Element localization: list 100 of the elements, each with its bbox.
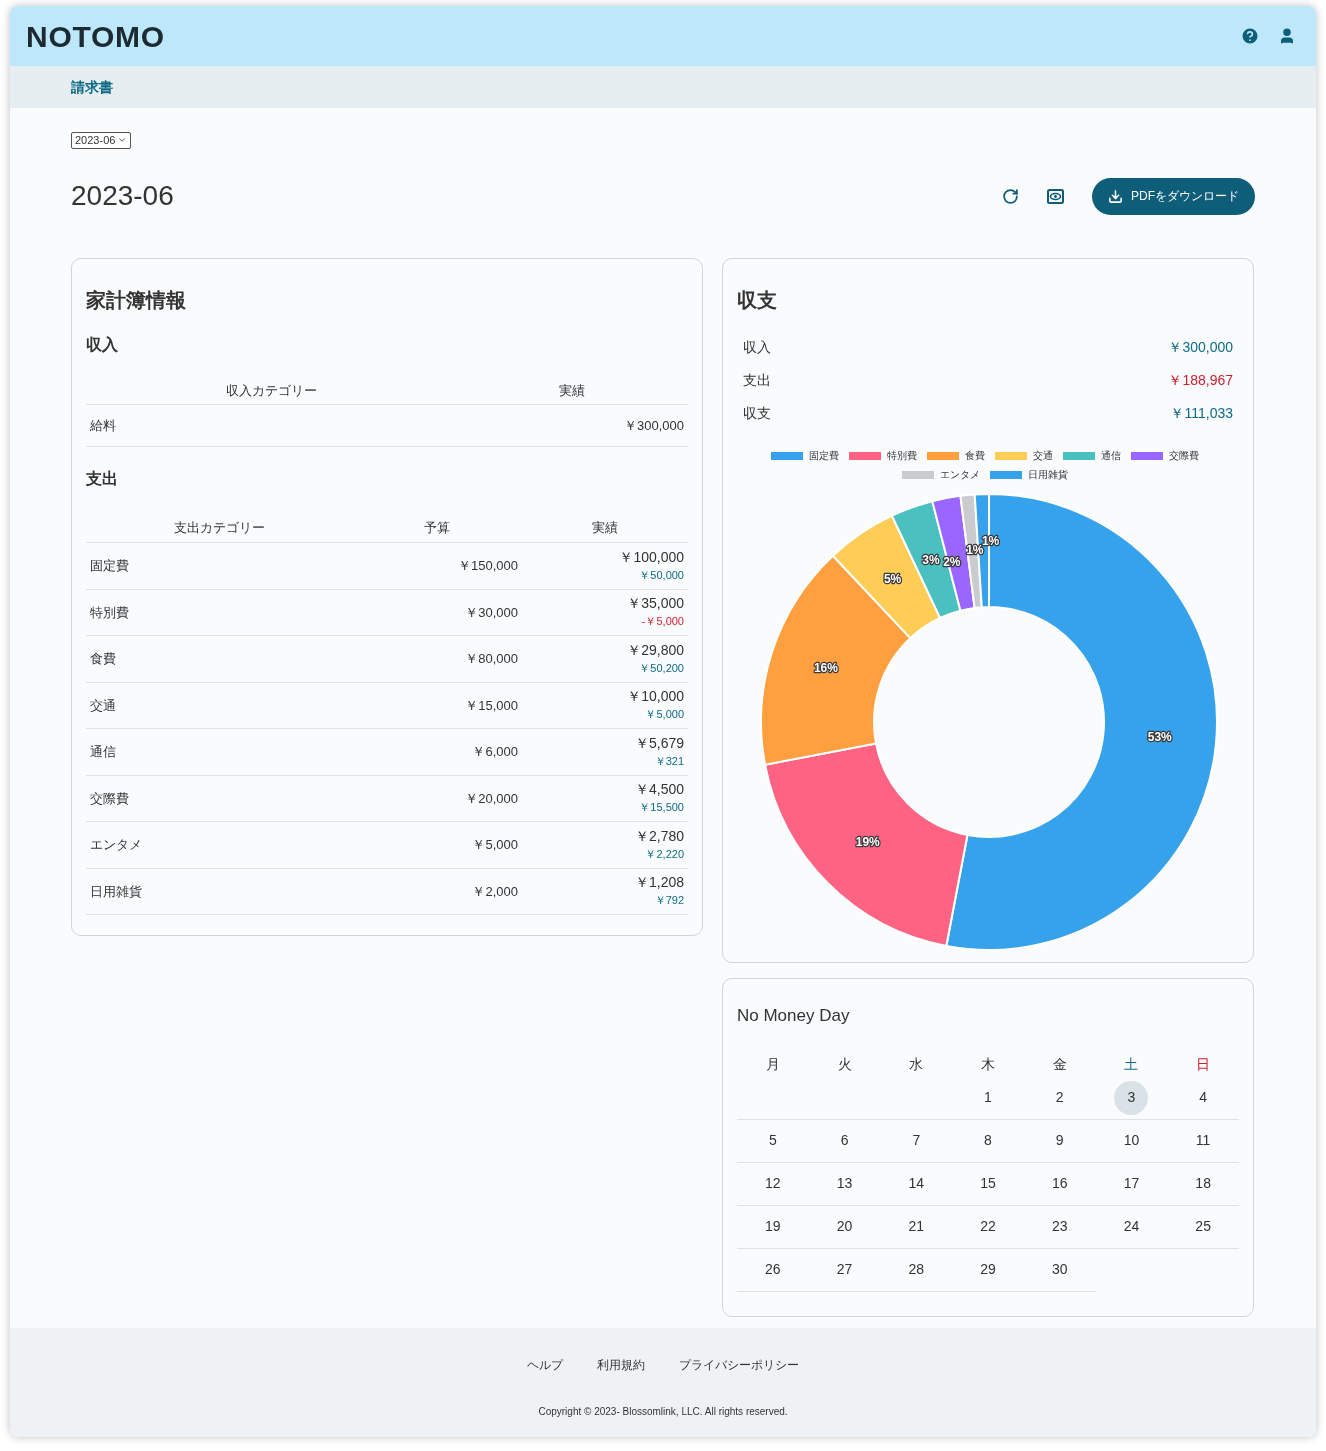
table-cell-text: 交際費 — [89, 789, 130, 808]
calendar-day[interactable]: 18 — [1186, 1166, 1221, 1201]
legend-swatch — [902, 470, 934, 479]
breadcrumb-link[interactable]: 請求書 — [71, 76, 113, 98]
legend-label: 交通 — [1033, 449, 1053, 463]
slice-label: 16% — [813, 661, 838, 676]
actual-amount: ￥10,000 — [627, 687, 684, 706]
table-cell-text: エンタメ — [89, 836, 143, 854]
legend-label: 交際費 — [1169, 449, 1199, 463]
actual-amount: ￥5,679 — [634, 733, 684, 752]
calendar-day[interactable]: 26 — [755, 1252, 790, 1287]
table-cell-text: ￥5,000 — [471, 836, 519, 854]
column-header: 支出カテゴリー — [172, 518, 266, 537]
summary-label: 収入 — [743, 337, 771, 357]
calendar-day[interactable]: 30 — [1042, 1252, 1077, 1287]
user-icon[interactable] — [1278, 27, 1296, 45]
actual-amount: ￥100,000 — [619, 547, 684, 566]
help-icon[interactable] — [1240, 26, 1260, 46]
table-cell-text: 給料 — [89, 416, 117, 435]
download-button[interactable]: PDFをダウンロード — [1092, 177, 1255, 215]
actual-amount: ￥2,780 — [634, 826, 684, 845]
table-cell-text: ￥6,000 — [471, 743, 519, 761]
slice-label: 5% — [883, 572, 902, 587]
actual-amount: ￥4,500 — [634, 780, 684, 799]
card-title: No Money Day — [737, 1005, 851, 1027]
calendar-day[interactable]: 20 — [827, 1209, 862, 1244]
calendar-day[interactable]: 9 — [1042, 1123, 1077, 1158]
calendar-day[interactable]: 14 — [899, 1166, 934, 1201]
legend-label: エンタメ — [940, 468, 980, 482]
summary-label: 収支 — [743, 403, 771, 423]
slice-label: 53% — [1147, 730, 1172, 745]
legend-label: 通信 — [1101, 449, 1121, 463]
calendar-day[interactable]: 5 — [755, 1123, 790, 1158]
calendar-day[interactable]: 17 — [1114, 1166, 1149, 1201]
column-header: 予算 — [423, 518, 451, 537]
table-cell-text: ￥30,000 — [464, 603, 519, 622]
table-cell-text: ￥150,000 — [457, 557, 519, 575]
column-header: 収入カテゴリー — [224, 381, 318, 400]
calendar-day[interactable]: 10 — [1114, 1123, 1149, 1158]
calendar-day[interactable]: 11 — [1186, 1123, 1221, 1158]
calendar-day[interactable]: 28 — [899, 1252, 934, 1287]
calendar-day[interactable]: 8 — [971, 1123, 1005, 1158]
table-cell-text: ￥300,000 — [623, 416, 685, 435]
calendar-day[interactable]: 3 — [1114, 1080, 1149, 1115]
calendar-day[interactable]: 29 — [971, 1252, 1005, 1287]
calendar-day[interactable]: 1 — [971, 1080, 1005, 1115]
calendar-day[interactable]: 19 — [755, 1209, 790, 1244]
budget-difference: ￥5,000 — [645, 707, 684, 723]
actual-amount: ￥1,208 — [634, 873, 684, 892]
legend-swatch — [927, 451, 959, 460]
refresh-icon[interactable] — [1002, 187, 1019, 205]
table-cell-text: 固定費 — [89, 557, 130, 575]
calendar-day[interactable]: 6 — [827, 1123, 862, 1158]
legend-swatch — [995, 451, 1027, 460]
calendar-day[interactable]: 16 — [1042, 1166, 1077, 1201]
calendar-day[interactable]: 22 — [971, 1209, 1005, 1244]
footer-link[interactable]: プライバシーポリシー — [679, 1356, 799, 1374]
legend-swatch — [990, 470, 1022, 479]
table-cell-text: ￥80,000 — [464, 650, 519, 668]
table-cell-text: ￥20,000 — [464, 789, 519, 808]
table-cell-text: ￥2,000 — [471, 882, 519, 901]
weekday-label: 金 — [1051, 1055, 1068, 1074]
budget-difference: ￥321 — [654, 753, 684, 769]
calendar-day[interactable]: 27 — [827, 1252, 862, 1287]
weekday-label: 日 — [1195, 1055, 1212, 1074]
logo[interactable]: NOTOMO — [26, 13, 165, 59]
calendar-day[interactable]: 12 — [755, 1166, 790, 1201]
budget-difference: -￥5,000 — [641, 614, 684, 630]
weekday-label: 土 — [1123, 1055, 1140, 1074]
calendar-day[interactable]: 2 — [1042, 1080, 1077, 1115]
calendar-day[interactable]: 25 — [1186, 1209, 1221, 1244]
calendar-day[interactable]: 13 — [827, 1166, 862, 1201]
calendar-day[interactable]: 4 — [1186, 1080, 1221, 1115]
legend-label: 固定費 — [809, 449, 839, 463]
summary-label: 支出 — [743, 370, 771, 390]
calendar-day[interactable]: 23 — [1042, 1209, 1077, 1244]
section-heading: 支出 — [86, 469, 119, 489]
slice-label: 19% — [855, 835, 880, 850]
footer-link[interactable]: 利用規約 — [597, 1356, 645, 1374]
summary-amount: ￥111,033 — [1170, 403, 1233, 423]
table-cell-text: ￥15,000 — [464, 696, 519, 715]
budget-difference: ￥50,200 — [639, 660, 684, 676]
month-select[interactable]: 2023-06 — [71, 131, 132, 149]
calendar-day[interactable]: 24 — [1114, 1209, 1149, 1244]
table-cell-text: 日用雑貨 — [89, 882, 143, 901]
budget-difference: ￥15,500 — [639, 800, 684, 816]
section-heading: 収入 — [86, 335, 119, 355]
download-icon — [1108, 188, 1123, 204]
eye-icon[interactable] — [1047, 188, 1064, 204]
calendar-day[interactable]: 15 — [971, 1166, 1005, 1201]
calendar-day[interactable]: 7 — [899, 1123, 934, 1158]
summary-amount: ￥188,967 — [1168, 370, 1233, 390]
footer-link[interactable]: ヘルプ — [527, 1356, 563, 1374]
legend-swatch — [849, 451, 881, 460]
weekday-label: 木 — [980, 1055, 996, 1074]
legend-swatch — [1131, 451, 1163, 460]
calendar-day[interactable]: 21 — [899, 1209, 934, 1244]
summary-amount: ￥300,000 — [1168, 337, 1233, 357]
legend-label: 特別費 — [887, 449, 917, 463]
weekday-label: 水 — [908, 1055, 925, 1074]
